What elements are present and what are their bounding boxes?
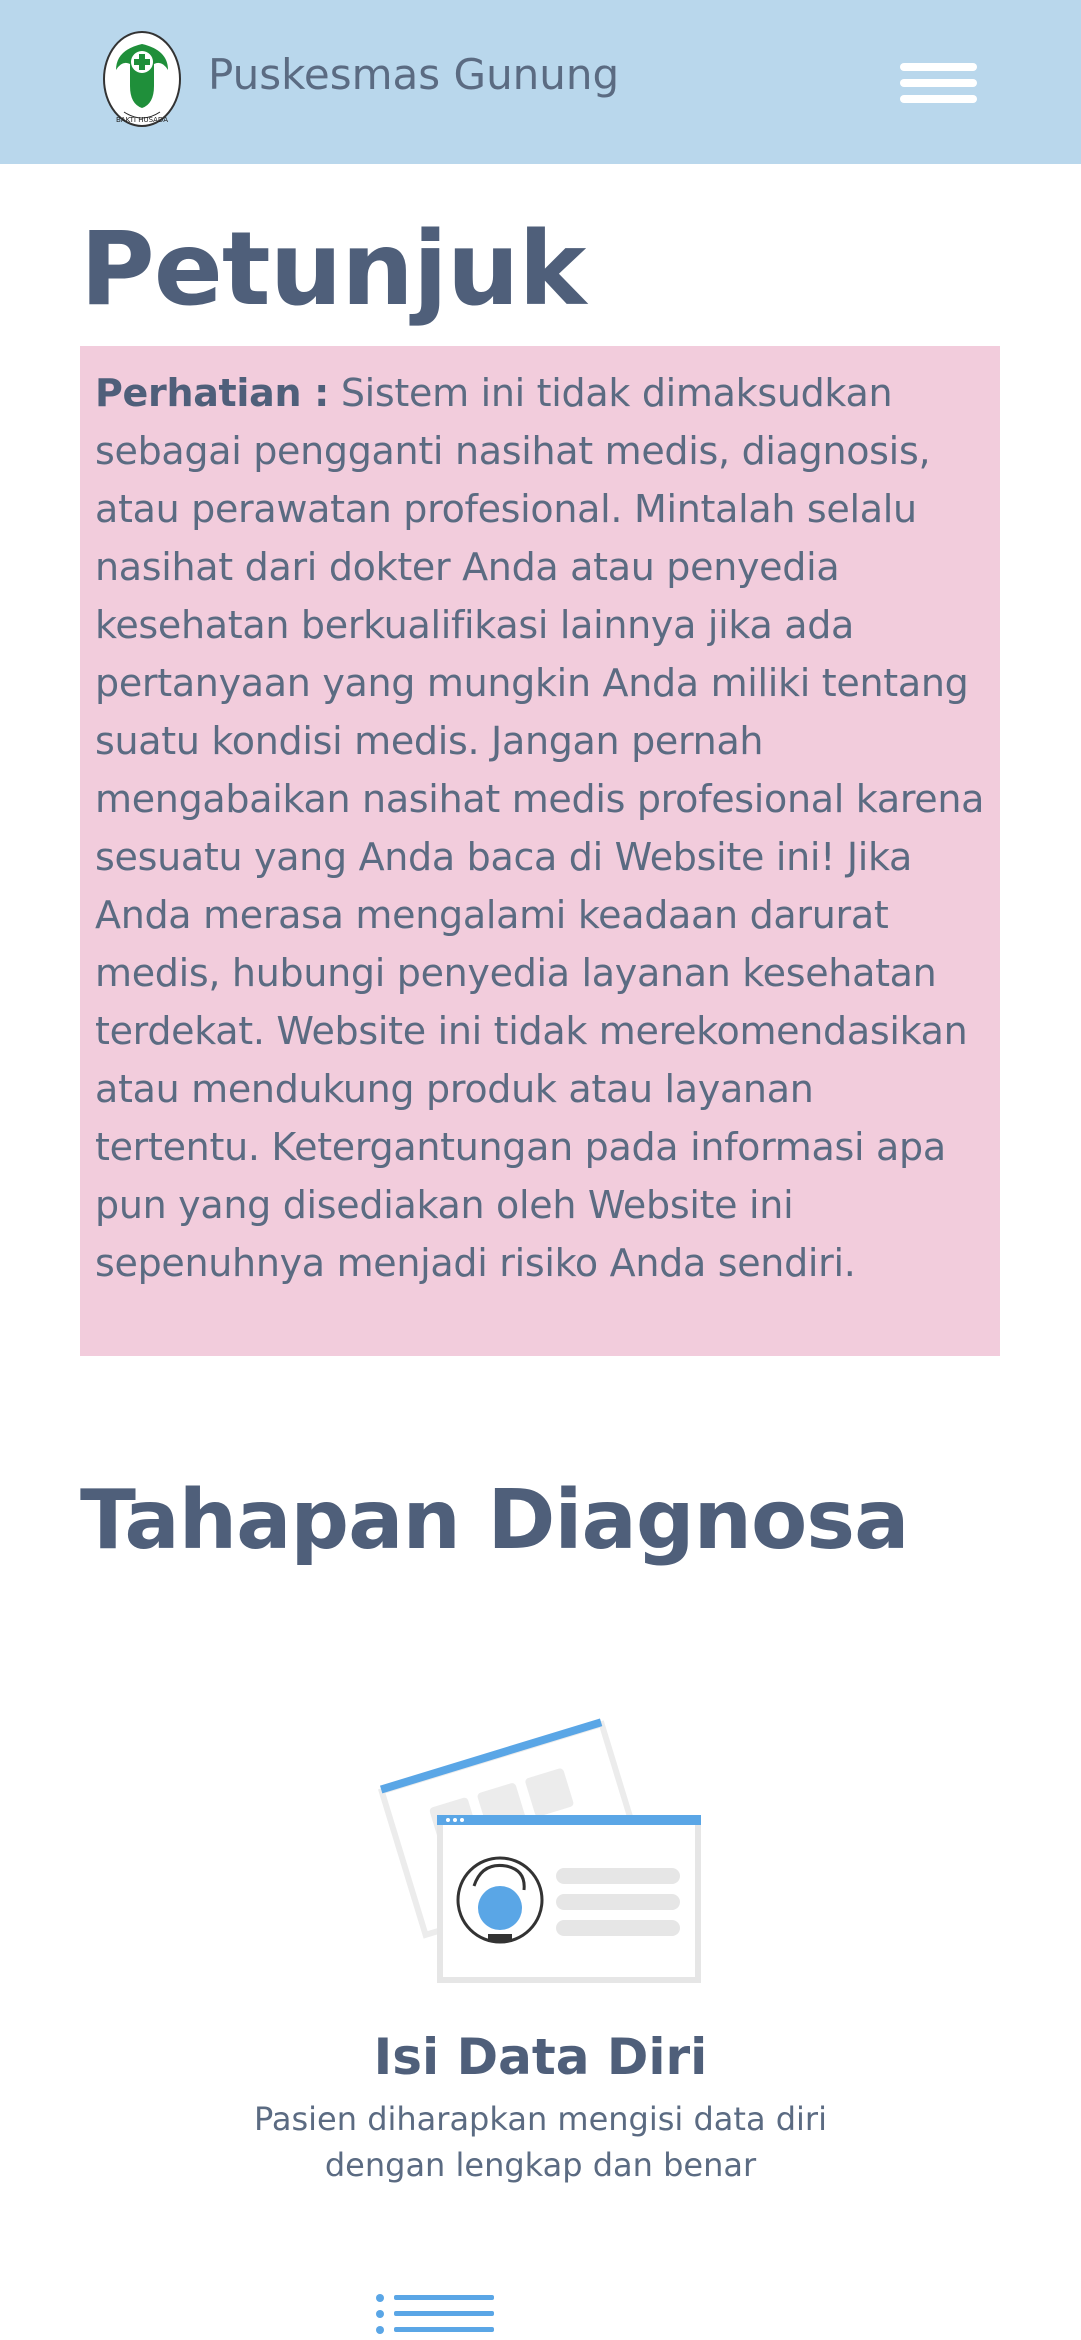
notice-label: Perhatian :: [95, 371, 330, 415]
notice-text: Sistem ini tidak dimaksudkan sebagai pen…: [95, 371, 985, 1285]
logo-text: BAKTI HUSADA: [116, 116, 168, 124]
section-title: Tahapan Diagnosa: [80, 1473, 909, 1568]
hamburger-menu-icon[interactable]: [893, 55, 977, 111]
navbar: BAKTI HUSADA Puskesmas Gunung: [0, 0, 1081, 164]
step-title: Isi Data Diri: [373, 2028, 708, 2086]
step-description: Pasien diharapkan mengisi data diri deng…: [254, 2100, 827, 2184]
brand-name[interactable]: Puskesmas Gunung: [208, 45, 619, 105]
disclaimer-notice: Perhatian : Sistem ini tidak dimaksudkan…: [80, 346, 1000, 1356]
list-icon: [376, 2294, 494, 2334]
bakti-husada-logo[interactable]: BAKTI HUSADA: [102, 30, 182, 128]
page-title: Petunjuk: [80, 210, 586, 329]
profile-card-illustration: [378, 1718, 701, 1983]
